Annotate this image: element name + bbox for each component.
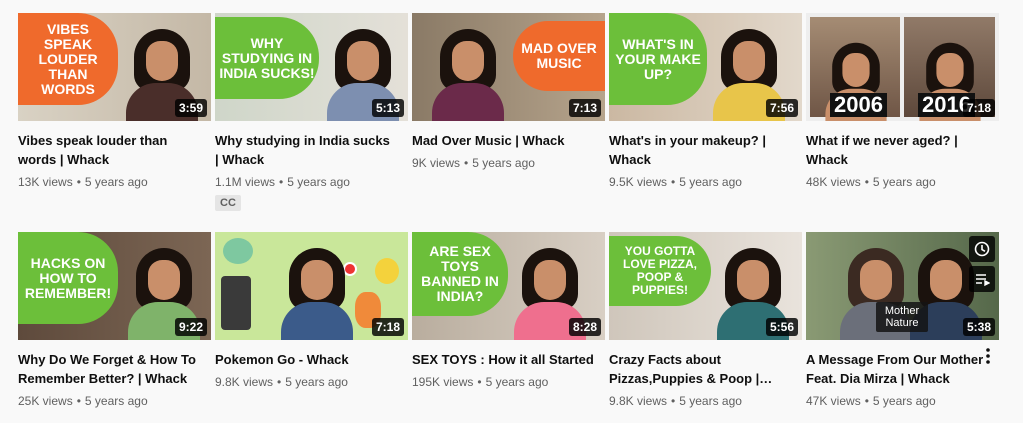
video-thumbnail[interactable]: 7:18 (215, 232, 408, 340)
upload-age: 5 years ago (872, 175, 936, 189)
video-title[interactable]: What if we never aged? | Whack (806, 131, 988, 169)
video-duration: 5:13 (371, 99, 404, 117)
video-title[interactable]: SEX TOYS : How it all Started (412, 350, 594, 369)
view-count: 13K views (18, 175, 73, 189)
view-count: 48K views (806, 175, 861, 189)
video-card[interactable]: ARE SEX TOYS BANNED IN INDIA? 8:28 SEX T… (412, 232, 605, 389)
video-thumbnail[interactable]: ARE SEX TOYS BANNED IN INDIA? 8:28 (412, 232, 605, 340)
view-count: 195K views (412, 375, 474, 389)
view-count: 9K views (412, 156, 461, 170)
more-vert-icon[interactable] (978, 344, 998, 368)
video-meta: 9.8K views • 5 years ago (609, 394, 742, 408)
pokemon-pikachu (375, 258, 399, 284)
view-count: 47K views (806, 394, 861, 408)
video-title[interactable]: Why Do We Forget & How To Remember Bette… (18, 350, 200, 388)
view-count: 25K views (18, 394, 73, 408)
video-card[interactable]: Mother Nature 5:38 A Message From Our Mo… (806, 232, 999, 408)
upload-age: 5 years ago (485, 375, 549, 389)
video-duration: 7:56 (765, 99, 798, 117)
video-meta: 1.1M views • 5 years ago (215, 175, 350, 189)
video-meta: 47K views • 5 years ago (806, 394, 936, 408)
video-duration: 5:56 (765, 318, 798, 336)
thumbnail-person (281, 248, 353, 340)
video-meta: 13K views • 5 years ago (18, 175, 148, 189)
thumbnail-overlay-label: Mother Nature (876, 302, 928, 332)
video-title[interactable]: Why studying in India sucks | Whack (215, 131, 397, 169)
video-duration: 7:18 (371, 318, 404, 336)
thumbnail-caption: HACKS ON HOW TO REMEMBER! (18, 232, 118, 324)
video-card[interactable]: 7:18 Pokemon Go - Whack 9.8K views • 5 yea… (215, 232, 408, 389)
video-card[interactable]: MAD OVER MUSIC 7:13 Mad Over Music | Wha… (412, 13, 605, 170)
video-thumbnail[interactable]: WHAT'S IN YOUR MAKE UP? 7:56 (609, 13, 802, 121)
video-thumbnail[interactable]: Mother Nature 5:38 (806, 232, 999, 340)
cc-badge: CC (215, 195, 241, 211)
video-card[interactable]: YOU GOTTA LOVE PIZZA, POOP & PUPPIES! 5:… (609, 232, 802, 408)
video-meta: 48K views • 5 years ago (806, 175, 936, 189)
thumbnail-year-left: 2006 (830, 93, 887, 117)
video-meta: 9.8K views • 5 years ago (215, 375, 348, 389)
video-card[interactable]: WHY STUDYING IN INDIA SUCKS! 5:13 Why st… (215, 13, 408, 211)
video-duration: 5:38 (962, 318, 995, 336)
video-title[interactable]: Pokemon Go - Whack (215, 350, 397, 369)
upload-age: 5 years ago (285, 375, 348, 389)
video-title[interactable]: Mad Over Music | Whack (412, 131, 594, 150)
video-title[interactable]: A Message From Our Mother Feat. Dia Mirz… (806, 350, 988, 388)
thumbnail-caption: WHY STUDYING IN INDIA SUCKS! (215, 17, 319, 99)
video-thumbnail[interactable]: YOU GOTTA LOVE PIZZA, POOP & PUPPIES! 5:… (609, 232, 802, 340)
video-meta: 195K views • 5 years ago (412, 375, 549, 389)
thumbnail-person (432, 29, 504, 121)
video-thumbnail[interactable]: 2006 2016 7:18 (806, 13, 999, 121)
video-duration: 8:28 (568, 318, 601, 336)
thumbnail-caption: VIBES SPEAK LOUDER THAN WORDS (18, 13, 118, 105)
video-thumbnail[interactable]: HACKS ON HOW TO REMEMBER! 9:22 (18, 232, 211, 340)
video-duration: 9:22 (174, 318, 207, 336)
video-title[interactable]: What's in your makeup? | Whack (609, 131, 791, 169)
clock-icon[interactable] (969, 236, 995, 262)
view-count: 9.8K views (609, 394, 668, 408)
upload-age: 5 years ago (287, 175, 350, 189)
video-duration: 7:18 (962, 99, 995, 117)
upload-age: 5 years ago (679, 394, 742, 408)
video-thumbnail[interactable]: MAD OVER MUSIC 7:13 (412, 13, 605, 121)
view-count: 9.5K views (609, 175, 668, 189)
view-count: 1.1M views (215, 175, 276, 189)
video-title[interactable]: Crazy Facts about Pizzas,Puppies & Poop … (609, 350, 791, 388)
video-meta: 9.5K views • 5 years ago (609, 175, 742, 189)
thumbnail-caption: MAD OVER MUSIC (513, 21, 605, 91)
video-duration: 3:59 (174, 99, 207, 117)
thumbnail-caption: YOU GOTTA LOVE PIZZA, POOP & PUPPIES! (609, 236, 711, 306)
thumbnail-caption: ARE SEX TOYS BANNED IN INDIA? (412, 232, 508, 316)
upload-age: 5 years ago (84, 394, 148, 408)
view-count: 9.8K views (215, 375, 274, 389)
queue-icon[interactable] (969, 266, 995, 292)
video-thumbnail[interactable]: WHY STUDYING IN INDIA SUCKS! 5:13 (215, 13, 408, 121)
video-card[interactable]: VIBES SPEAK LOUDER THAN WORDS 3:59 Vibes… (18, 13, 211, 189)
video-title[interactable]: Vibes speak louder than words | Whack (18, 131, 200, 169)
video-card[interactable]: 2006 2016 7:18 What if we never aged? | … (806, 13, 999, 189)
video-meta: 9K views • 5 years ago (412, 156, 535, 170)
video-card[interactable]: HACKS ON HOW TO REMEMBER! 9:22 Why Do We… (18, 232, 211, 408)
phone-graphic (221, 276, 251, 330)
upload-age: 5 years ago (84, 175, 148, 189)
video-thumbnail[interactable]: VIBES SPEAK LOUDER THAN WORDS 3:59 (18, 13, 211, 121)
video-duration: 7:13 (568, 99, 601, 117)
thumbnail-caption: WHAT'S IN YOUR MAKE UP? (609, 13, 707, 105)
upload-age: 5 years ago (472, 156, 535, 170)
upload-age: 5 years ago (679, 175, 742, 189)
pokemon-bulbasaur (223, 238, 253, 264)
video-meta: 25K views • 5 years ago (18, 394, 148, 408)
video-card[interactable]: WHAT'S IN YOUR MAKE UP? 7:56 What's in y… (609, 13, 802, 189)
upload-age: 5 years ago (872, 394, 936, 408)
